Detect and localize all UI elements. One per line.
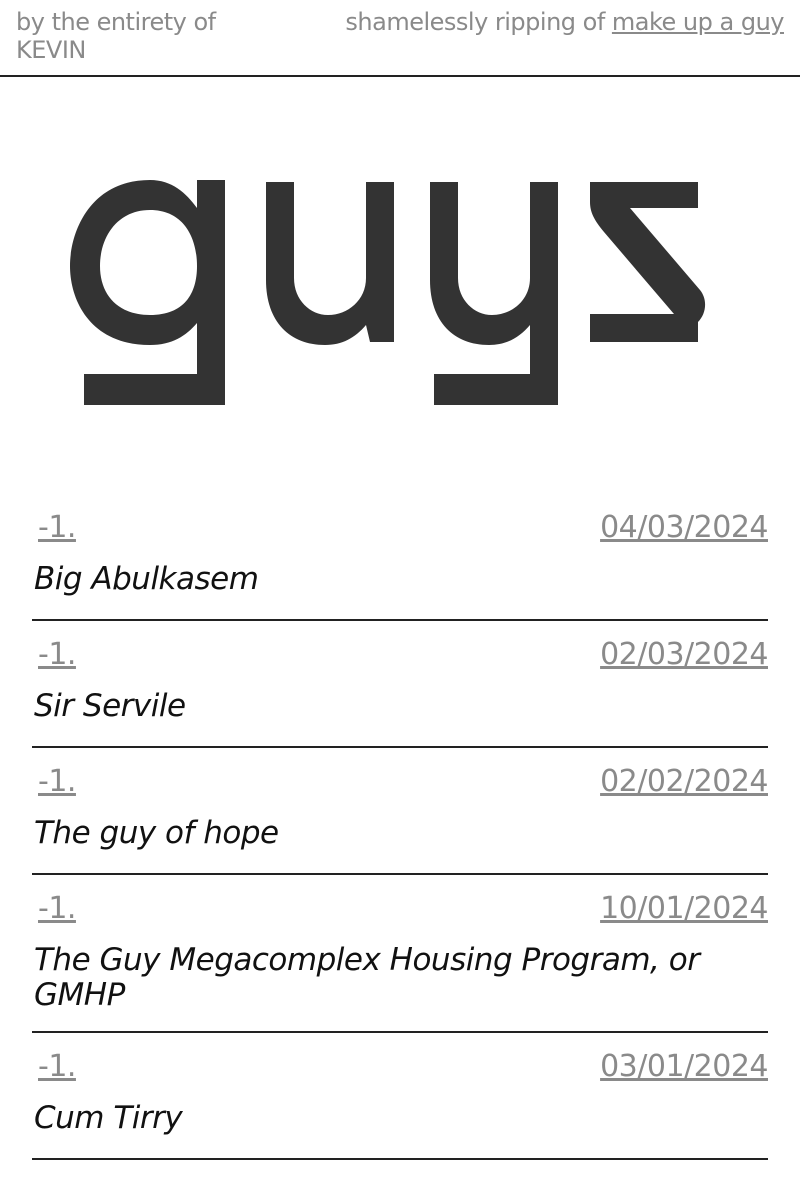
entry-meta: -1. 04/03/2024 (32, 494, 768, 554)
entry-date-link[interactable]: 10/01/2024 (600, 891, 768, 927)
logo-letter-g (70, 180, 225, 405)
logo-letter-u (266, 182, 394, 345)
guys-logo: guys (70, 180, 706, 405)
entry-score-link[interactable]: -1. (38, 637, 76, 673)
list-item[interactable]: -1. 03/01/2024 Cum Tirry (32, 1033, 768, 1160)
entry-meta: -1. 03/01/2024 (32, 1033, 768, 1093)
list-item[interactable]: -1. 10/01/2024 The Guy Megacomplex Housi… (32, 875, 768, 1033)
list-item[interactable]: -1. 04/03/2024 Big Abulkasem (32, 494, 768, 621)
entry-meta: -1. 10/01/2024 (32, 875, 768, 935)
entry-score-link[interactable]: -1. (38, 764, 76, 800)
list-item[interactable]: -1. 02/02/2024 The guy of hope (32, 748, 768, 875)
entry-date-link[interactable]: 02/03/2024 (600, 637, 768, 673)
entry-score-link[interactable]: -1. (38, 1049, 76, 1085)
guy-list: -1. 04/03/2024 Big Abulkasem -1. 02/03/2… (32, 494, 768, 1160)
attribution-prefix: shamelessly ripping of (345, 8, 612, 36)
entry-score-link[interactable]: -1. (38, 891, 76, 927)
entry-meta: -1. 02/03/2024 (32, 621, 768, 681)
entry-meta: -1. 02/02/2024 (32, 748, 768, 808)
entry-score-link[interactable]: -1. (38, 510, 76, 546)
entry-title: Big Abulkasem (34, 561, 259, 597)
entry-title: The guy of hope (34, 815, 279, 851)
make-up-a-guy-link[interactable]: make up a guy (612, 8, 785, 36)
logo-letter-s (590, 182, 706, 342)
entry-title: Sir Servile (34, 688, 186, 724)
entry-title: Cum Tirry (34, 1100, 183, 1136)
entry-date-link[interactable]: 02/02/2024 (600, 764, 768, 800)
entry-date-link[interactable]: 03/01/2024 (600, 1049, 768, 1085)
byline: by the entirety of KEVIN (16, 8, 216, 64)
site-logo: guys (0, 150, 800, 440)
list-item[interactable]: -1. 02/03/2024 Sir Servile (32, 621, 768, 748)
logo-letter-y (430, 182, 558, 405)
entry-title: The Guy Megacomplex Housing Program, or … (34, 942, 700, 1013)
site-header: by the entirety of KEVIN shamelessly rip… (0, 0, 800, 77)
attribution: shamelessly ripping of make up a guy (344, 8, 784, 36)
entry-date-link[interactable]: 04/03/2024 (600, 510, 768, 546)
